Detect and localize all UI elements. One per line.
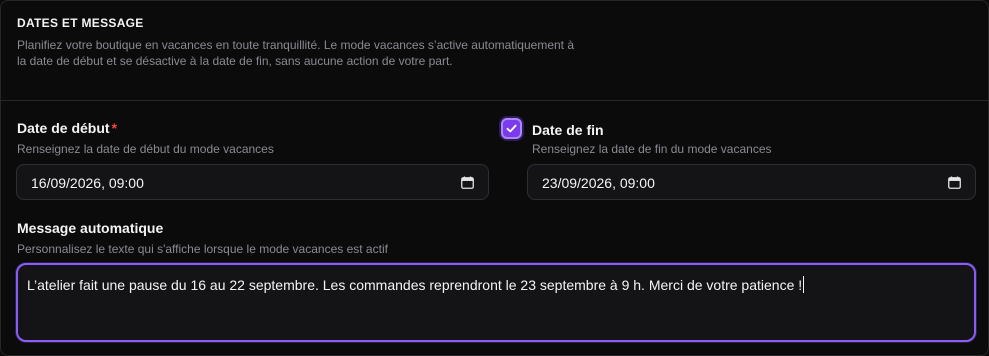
start-date-input[interactable]: 16/09/2026, 09:00 bbox=[16, 164, 489, 200]
message-label: Message automatique bbox=[17, 220, 164, 236]
start-date-hint: Renseignez la date de début du mode vaca… bbox=[17, 142, 274, 156]
calendar-icon[interactable] bbox=[461, 176, 474, 189]
required-asterisk: * bbox=[111, 120, 118, 136]
calendar-icon[interactable] bbox=[948, 176, 961, 189]
checkmark-icon bbox=[506, 124, 517, 133]
section-description: Planifiez votre boutique en vacances en … bbox=[17, 38, 575, 68]
message-text: L’atelier fait une pause du 16 au 22 sep… bbox=[27, 277, 803, 293]
start-date-label-text: Date de début bbox=[17, 120, 110, 136]
end-date-value: 23/09/2026, 09:00 bbox=[542, 175, 655, 191]
message-hint: Personnalisez le texte qui s'affiche lor… bbox=[17, 242, 388, 256]
section-header: DATES ET MESSAGE Planifiez votre boutiqu… bbox=[1, 1, 988, 101]
end-date-label[interactable]: Date de fin bbox=[532, 122, 604, 138]
message-textarea[interactable]: L’atelier fait une pause du 16 au 22 sep… bbox=[16, 263, 976, 342]
text-cursor bbox=[803, 276, 805, 293]
end-date-input[interactable]: 23/09/2026, 09:00 bbox=[527, 164, 976, 200]
start-date-label: Date de début * bbox=[17, 120, 117, 136]
start-date-value: 16/09/2026, 09:00 bbox=[31, 175, 144, 191]
message-value: L’atelier fait une pause du 16 au 22 sep… bbox=[27, 276, 805, 293]
dates-message-card: DATES ET MESSAGE Planifiez votre boutiqu… bbox=[0, 0, 989, 356]
section-title: DATES ET MESSAGE bbox=[17, 16, 144, 30]
end-date-checkbox[interactable] bbox=[501, 118, 522, 139]
end-date-hint: Renseignez la date de fin du mode vacanc… bbox=[532, 142, 772, 156]
